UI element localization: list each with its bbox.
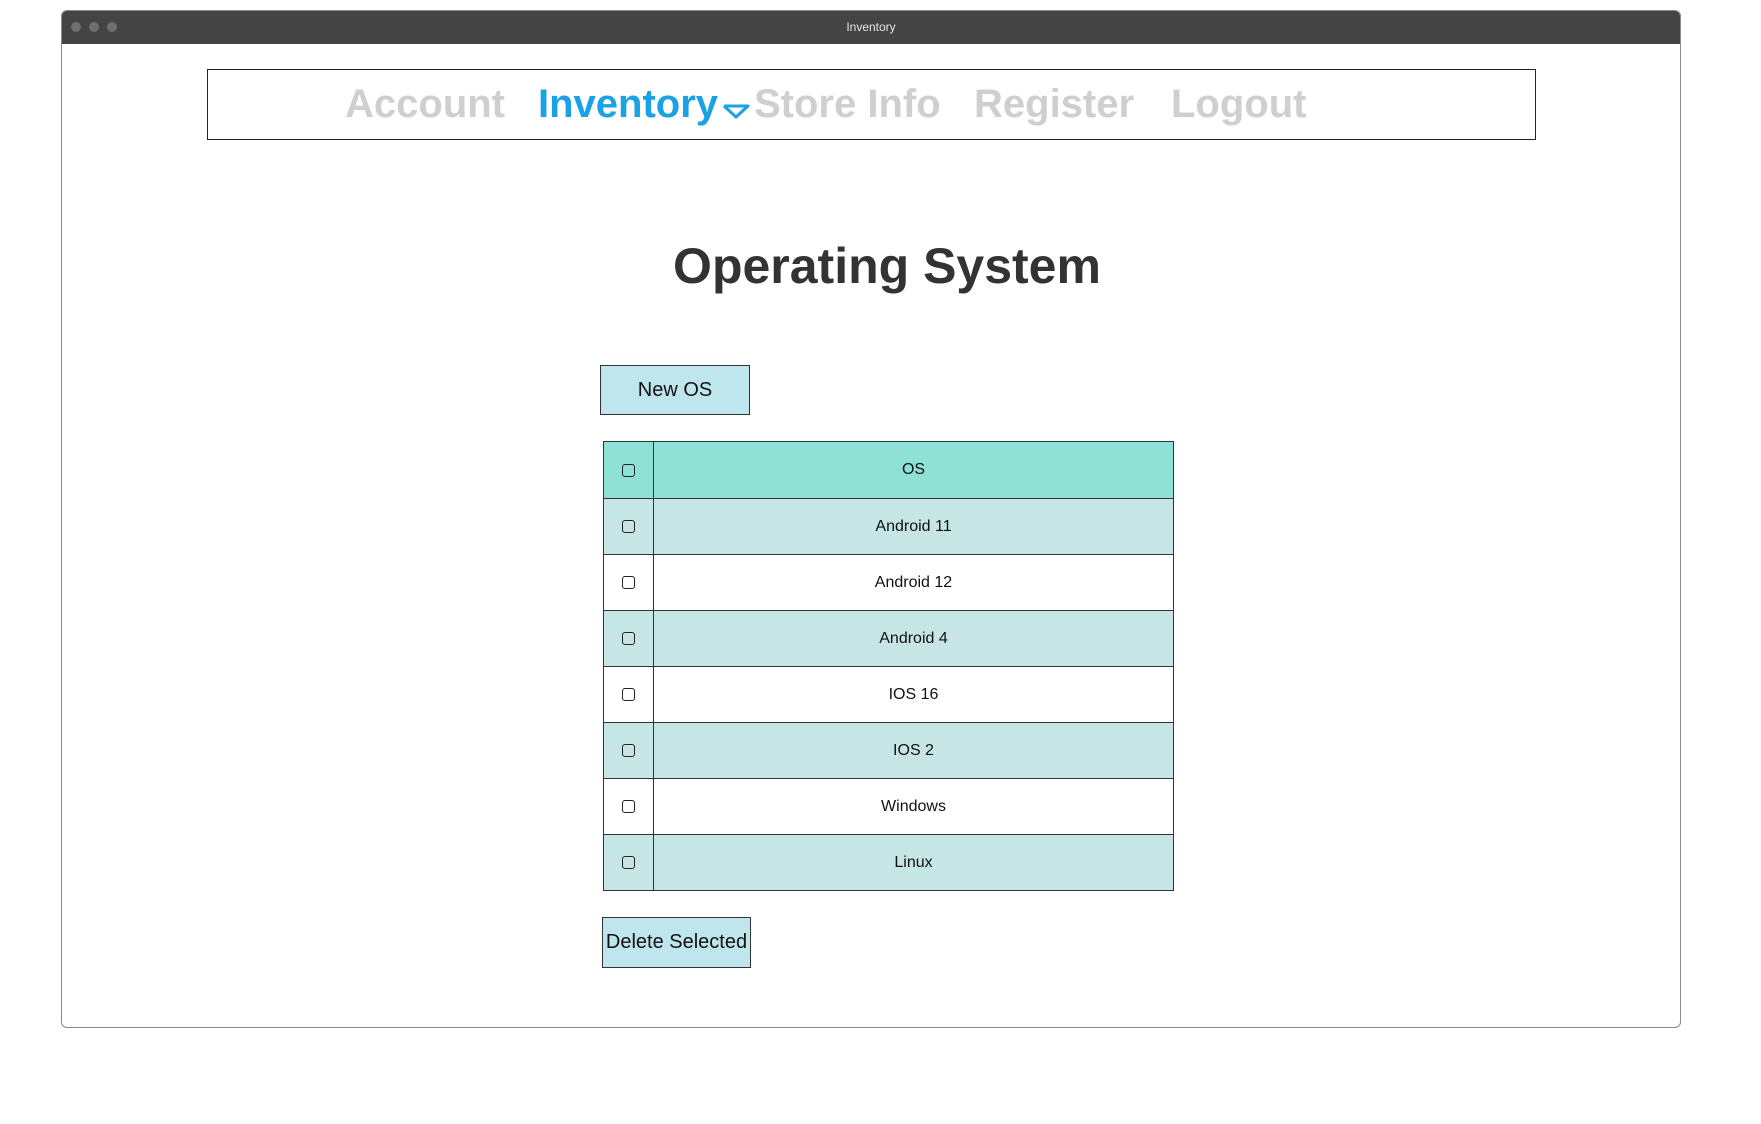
table-row[interactable]: IOS 2 — [604, 722, 1173, 778]
row-checkbox[interactable] — [622, 744, 635, 757]
nav-item-inventory-label: Inventory — [538, 82, 719, 126]
row-check-cell — [604, 555, 654, 610]
row-check-cell — [604, 723, 654, 778]
row-check-cell — [604, 835, 654, 890]
row-checkbox[interactable] — [622, 856, 635, 869]
nav-item-store-info[interactable]: Store Info — [754, 70, 941, 139]
nav-item-logout[interactable]: Logout — [1171, 70, 1307, 139]
window-titlebar: Inventory — [62, 11, 1680, 44]
page-title: Operating System — [673, 238, 1101, 294]
delete-selected-button[interactable]: Delete Selected — [602, 917, 751, 968]
row-checkbox[interactable] — [622, 688, 635, 701]
table-header-check-cell — [604, 442, 654, 498]
row-os-name: Linux — [654, 835, 1173, 890]
table-header-os: OS — [901, 461, 926, 478]
table-row[interactable]: Android 11 — [604, 498, 1173, 554]
app-window: Inventory Account Inventory Store Info R… — [61, 10, 1681, 1028]
window-title: Inventory — [846, 20, 896, 34]
table-row[interactable]: IOS 16 — [604, 666, 1173, 722]
row-checkbox[interactable] — [622, 520, 635, 533]
table-header-row: OS — [604, 442, 1173, 498]
nav-item-register[interactable]: Register — [974, 70, 1134, 139]
table-row[interactable]: Linux — [604, 834, 1173, 890]
select-all-checkbox[interactable] — [622, 463, 635, 477]
row-check-cell — [604, 667, 654, 722]
main-nav: Account Inventory Store Info Register Lo… — [207, 69, 1536, 140]
row-os-name: Android 11 — [654, 499, 1173, 554]
row-check-cell — [604, 499, 654, 554]
new-os-button[interactable]: New OS — [600, 365, 750, 415]
row-checkbox[interactable] — [622, 800, 635, 813]
nav-item-inventory[interactable]: Inventory — [538, 70, 750, 139]
row-os-name: Windows — [654, 779, 1173, 834]
nav-item-account[interactable]: Account — [345, 70, 505, 139]
row-os-name: IOS 16 — [654, 667, 1173, 722]
table-row[interactable]: Android 12 — [604, 554, 1173, 610]
table-row[interactable]: Windows — [604, 778, 1173, 834]
row-checkbox[interactable] — [622, 576, 635, 589]
os-table: OS Android 11 Android 12 Android 4 IOS 1… — [603, 441, 1174, 891]
row-os-name: Android 4 — [654, 611, 1173, 666]
triangle-down-icon[interactable] — [722, 72, 750, 141]
row-check-cell — [604, 779, 654, 834]
row-check-cell — [604, 611, 654, 666]
row-os-name: Android 12 — [654, 555, 1173, 610]
table-row[interactable]: Android 4 — [604, 610, 1173, 666]
row-checkbox[interactable] — [622, 632, 635, 645]
row-os-name: IOS 2 — [654, 723, 1173, 778]
